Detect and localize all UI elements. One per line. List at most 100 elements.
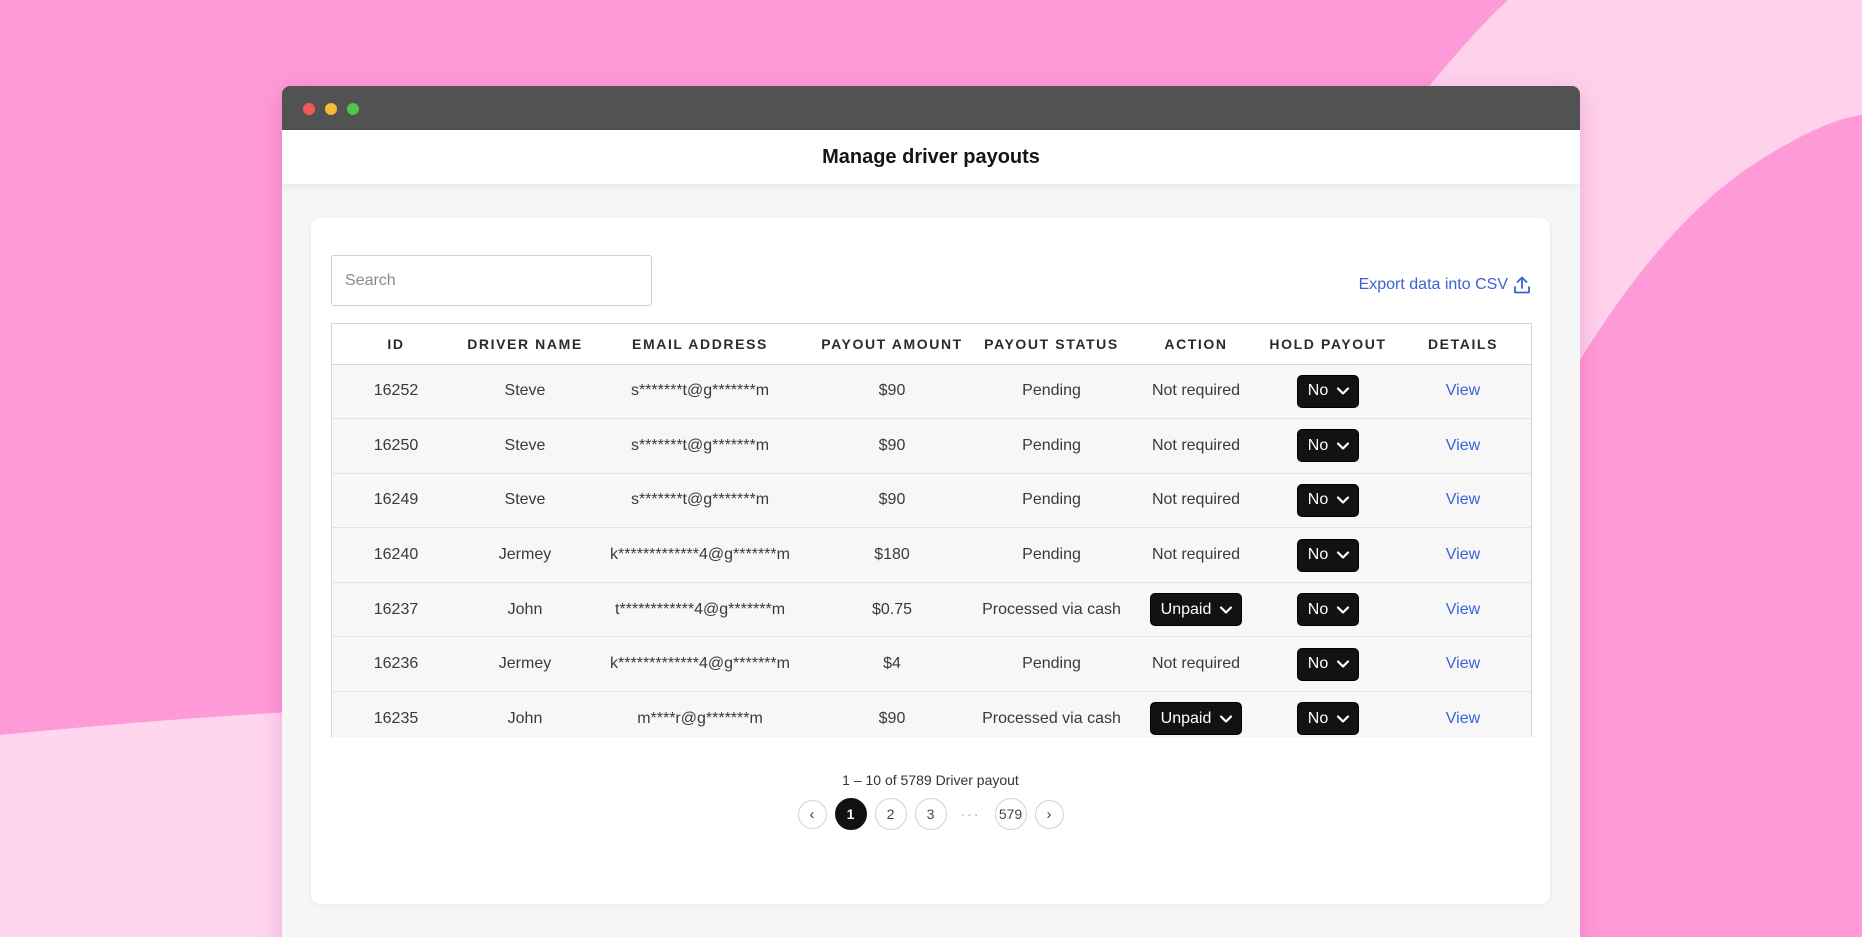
cell-payout-amount: $4 <box>810 636 974 693</box>
cell-email: k*************4@g*******m <box>590 636 810 693</box>
cell-action: Unpaid <box>1129 582 1263 638</box>
hold-payout-dropdown[interactable]: No <box>1297 375 1359 407</box>
chevron-down-icon <box>1337 496 1350 505</box>
hold-payout-dropdown[interactable]: No <box>1297 484 1359 516</box>
column-header-driver-name[interactable]: DRIVER NAME <box>460 324 590 365</box>
hold-payout-value: No <box>1307 491 1329 509</box>
column-header-details[interactable]: DETAILS <box>1393 324 1531 365</box>
table-row: 16250 Steve s*******t@g*******m $90 Pending N… <box>332 418 1531 474</box>
cell-id: 16252 <box>332 364 460 420</box>
page-button-1[interactable]: 1 <box>834 798 867 830</box>
page-title: Manage driver payouts <box>822 145 1040 168</box>
table-row: 16236 Jermey k*************4@g*******m $4 Pe… <box>332 636 1531 693</box>
column-header-id[interactable]: ID <box>332 324 460 365</box>
column-header-payout-status[interactable]: PAYOUT STATUS <box>974 324 1129 365</box>
hold-payout-dropdown[interactable]: No <box>1297 594 1359 626</box>
view-details-link[interactable]: View <box>1446 491 1480 508</box>
export-csv-label: Export data into CSV <box>1358 276 1508 293</box>
main-content: Export data into CSV ID D <box>282 184 1580 937</box>
cell-hold-payout: No <box>1263 418 1393 474</box>
column-header-payout-amount[interactable]: PAYOUT AMOUNT <box>810 324 974 365</box>
chevron-down-icon <box>1220 606 1233 614</box>
cell-driver-name: Jermey <box>460 527 590 583</box>
page-button-3[interactable]: 3 <box>914 798 947 830</box>
hold-payout-dropdown[interactable]: No <box>1297 648 1359 680</box>
chevron-down-icon <box>1220 715 1233 723</box>
search-input[interactable] <box>331 255 652 306</box>
previous-page-button[interactable]: ‹ <box>797 799 827 829</box>
minimize-window-dot[interactable] <box>325 103 337 115</box>
column-header-email[interactable]: EMAIL ADDRESS <box>590 324 810 365</box>
chevron-down-icon <box>1337 715 1350 723</box>
cell-email: t************4@g*******m <box>590 582 810 638</box>
cell-payout-status: Processed via cash <box>974 691 1129 737</box>
payment-action-dropdown[interactable]: Unpaid <box>1150 594 1242 626</box>
cell-payout-amount: $90 <box>810 473 974 529</box>
cell-driver-name: Steve <box>460 418 590 474</box>
hold-payout-dropdown[interactable]: No <box>1297 430 1359 462</box>
window-titlebar <box>282 86 1580 130</box>
table-row: 16237 John t************4@g*******m $0.75 Pr… <box>332 582 1531 638</box>
cell-email: m****r@g*******m <box>590 691 810 737</box>
cell-action: Not required <box>1129 527 1263 583</box>
view-details-link[interactable]: View <box>1446 437 1480 454</box>
table-row: 16249 Steve s*******t@g*******m $90 Pending N… <box>332 473 1531 529</box>
cell-action: Unpaid <box>1129 691 1263 737</box>
maximize-window-dot[interactable] <box>347 103 359 115</box>
cell-hold-payout: No <box>1263 636 1393 693</box>
cell-action: Not required <box>1129 473 1263 529</box>
table-header-row: ID DRIVER NAME EMAIL ADDRESS PAYOUT AMOU… <box>332 324 1531 365</box>
cell-details: View <box>1393 418 1531 474</box>
table-row: 16252 Steve s*******t@g*******m $90 Pending N… <box>332 364 1531 420</box>
cell-payout-status: Pending <box>974 473 1129 529</box>
export-csv-button[interactable]: Export data into CSV <box>1359 276 1530 294</box>
payment-action-dropdown[interactable]: Unpaid <box>1150 703 1242 735</box>
cell-id: 16237 <box>332 582 460 638</box>
close-window-dot[interactable] <box>303 103 315 115</box>
page-button-last[interactable]: 579 <box>994 798 1027 830</box>
table-row: 16235 John m****r@g*******m $90 Processed vi… <box>332 691 1531 737</box>
cell-hold-payout: No <box>1263 473 1393 529</box>
cell-id: 16235 <box>332 691 460 737</box>
cell-driver-name: Steve <box>460 473 590 529</box>
view-details-link[interactable]: View <box>1446 546 1480 563</box>
app-header: Manage driver payouts <box>282 130 1580 184</box>
payment-action-value: Unpaid <box>1160 600 1212 618</box>
cell-details: View <box>1393 364 1531 420</box>
cell-hold-payout: No <box>1263 691 1393 737</box>
pagination-ellipsis: ··· <box>960 806 981 822</box>
cell-hold-payout: No <box>1263 527 1393 583</box>
view-details-link[interactable]: View <box>1446 382 1480 399</box>
hold-payout-dropdown[interactable]: No <box>1297 703 1359 735</box>
cell-details: View <box>1393 691 1531 737</box>
view-details-link[interactable]: View <box>1446 710 1480 727</box>
cell-id: 16236 <box>332 636 460 693</box>
hold-payout-dropdown[interactable]: No <box>1297 539 1359 571</box>
cell-payout-amount: $90 <box>810 418 974 474</box>
table-row: 16240 Jermey k*************4@g*******m $180… <box>332 527 1531 583</box>
column-header-action[interactable]: ACTION <box>1129 324 1263 365</box>
cell-driver-name: John <box>460 691 590 737</box>
cell-payout-amount: $90 <box>810 691 974 737</box>
chevron-down-icon <box>1337 606 1350 614</box>
payouts-table-container[interactable]: ID DRIVER NAME EMAIL ADDRESS PAYOUT AMOU… <box>331 323 1532 737</box>
hold-payout-value: No <box>1307 709 1329 727</box>
column-header-hold-payout[interactable]: HOLD PAYOUT <box>1263 324 1393 365</box>
view-details-link[interactable]: View <box>1446 655 1480 672</box>
cell-id: 16250 <box>332 418 460 474</box>
hold-payout-value: No <box>1307 436 1329 454</box>
cell-driver-name: John <box>460 582 590 638</box>
payment-action-text: Not required <box>1151 546 1241 564</box>
cell-email: s*******t@g*******m <box>590 473 810 529</box>
pagination-summary: 1 – 10 of 5789 Driver payout <box>842 772 1019 788</box>
cell-payout-amount: $90 <box>810 364 974 420</box>
cell-action: Not required <box>1129 418 1263 474</box>
cell-action: Not required <box>1129 636 1263 693</box>
cell-details: View <box>1393 527 1531 583</box>
page-button-2[interactable]: 2 <box>874 798 907 830</box>
view-details-link[interactable]: View <box>1446 601 1480 618</box>
cell-hold-payout: No <box>1263 364 1393 420</box>
next-page-button[interactable]: › <box>1034 799 1064 829</box>
hold-payout-value: No <box>1307 382 1329 400</box>
cell-payout-status: Pending <box>974 418 1129 474</box>
